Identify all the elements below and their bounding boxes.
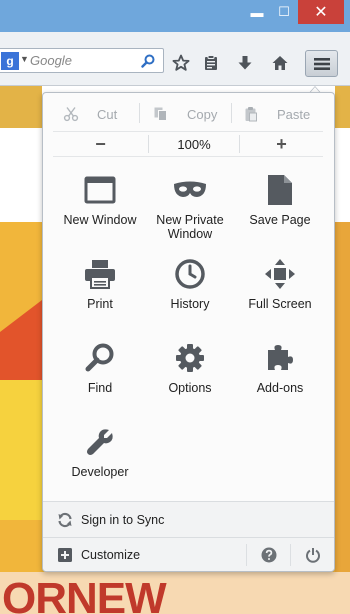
save-page-label: Save Page bbox=[249, 213, 311, 227]
page-decoration bbox=[0, 380, 42, 520]
scissors-icon bbox=[63, 106, 79, 122]
power-icon bbox=[305, 548, 320, 563]
search-box[interactable]: g ▼ bbox=[0, 48, 164, 73]
paste-label: Paste bbox=[277, 106, 311, 122]
options-label: Options bbox=[168, 381, 212, 395]
print-button[interactable]: Print bbox=[52, 257, 148, 337]
page-banner-text: ORNEW bbox=[0, 572, 350, 614]
navigation-toolbar: g ▼ bbox=[0, 32, 350, 86]
copy-label: Copy bbox=[187, 106, 218, 122]
new-window-label: New Window bbox=[63, 213, 137, 227]
new-window-button[interactable]: New Window bbox=[52, 173, 148, 253]
divider bbox=[231, 103, 232, 123]
search-engine-dropdown-icon[interactable]: ▼ bbox=[20, 54, 29, 64]
label-line: New Private bbox=[156, 213, 224, 227]
search-input[interactable] bbox=[30, 50, 136, 71]
puzzle-piece-icon bbox=[263, 341, 297, 375]
menu-footer: Customize bbox=[43, 537, 334, 571]
search-go-icon[interactable] bbox=[139, 52, 157, 70]
help-icon bbox=[261, 547, 276, 563]
full-screen-button[interactable]: Full Screen bbox=[232, 257, 328, 337]
window-titlebar: ▬ ☐ ✕ bbox=[0, 0, 350, 32]
zoom-reset-button[interactable]: 100% bbox=[149, 133, 239, 155]
new-window-icon bbox=[83, 173, 117, 207]
find-label: Find bbox=[87, 381, 113, 395]
copy-icon bbox=[153, 106, 169, 122]
add-ons-button[interactable]: Add-ons bbox=[232, 341, 328, 421]
customize-plus-icon bbox=[57, 547, 73, 563]
downloads-icon[interactable] bbox=[233, 52, 257, 74]
customize-button[interactable]: Customize bbox=[43, 538, 245, 572]
customize-label: Customize bbox=[81, 548, 141, 562]
search-engine-icon[interactable]: g bbox=[1, 52, 19, 70]
close-window-button[interactable]: ✕ bbox=[298, 0, 344, 24]
minimize-button[interactable]: ▬ bbox=[244, 0, 270, 24]
label-line: Window bbox=[167, 227, 213, 241]
cut-button[interactable]: Cut bbox=[63, 101, 117, 127]
new-private-window-label: New Private Window bbox=[156, 213, 223, 241]
history-button[interactable]: History bbox=[142, 257, 238, 337]
paste-button[interactable]: Paste bbox=[243, 101, 310, 127]
home-icon[interactable] bbox=[268, 52, 292, 74]
menu-icon[interactable] bbox=[305, 50, 338, 77]
gear-icon bbox=[173, 341, 207, 375]
magnifier-icon bbox=[83, 341, 117, 375]
add-ons-label: Add-ons bbox=[256, 381, 304, 395]
divider bbox=[53, 156, 323, 157]
history-clock-icon bbox=[173, 257, 207, 291]
private-mask-icon bbox=[173, 173, 207, 207]
bookmark-star-icon[interactable] bbox=[169, 52, 193, 74]
banner-text: ORNEW bbox=[2, 574, 167, 614]
maximize-button[interactable]: ☐ bbox=[271, 0, 297, 24]
sync-label: Sign in to Sync bbox=[81, 512, 165, 527]
copy-button[interactable]: Copy bbox=[153, 101, 217, 127]
developer-button[interactable]: Developer bbox=[52, 425, 148, 505]
clipboard-icon bbox=[243, 106, 259, 122]
save-page-button[interactable]: Save Page bbox=[232, 173, 328, 253]
save-page-icon bbox=[263, 173, 297, 207]
main-menu-panel: Cut Copy Paste − 100% + New Window New P… bbox=[42, 92, 335, 572]
history-label: History bbox=[170, 297, 210, 311]
reading-list-icon[interactable] bbox=[199, 52, 223, 74]
print-label: Print bbox=[87, 297, 113, 311]
sync-icon bbox=[57, 512, 73, 528]
zoom-in-button[interactable]: + bbox=[240, 133, 323, 155]
developer-label: Developer bbox=[71, 465, 129, 479]
wrench-icon bbox=[83, 425, 117, 459]
zoom-out-button[interactable]: − bbox=[53, 133, 148, 155]
page-decoration bbox=[335, 86, 350, 128]
options-button[interactable]: Options bbox=[142, 341, 238, 421]
quit-button[interactable] bbox=[291, 538, 334, 572]
page-decoration bbox=[0, 86, 42, 128]
full-screen-label: Full Screen bbox=[248, 297, 312, 311]
new-private-window-button[interactable]: New Private Window bbox=[142, 173, 238, 253]
find-button[interactable]: Find bbox=[52, 341, 148, 421]
page-decoration bbox=[335, 222, 350, 614]
help-button[interactable] bbox=[247, 538, 290, 572]
printer-icon bbox=[83, 257, 117, 291]
zoom-controls: − 100% + bbox=[53, 131, 323, 155]
edit-controls: Cut Copy Paste bbox=[43, 101, 334, 127]
sign-in-to-sync-button[interactable]: Sign in to Sync bbox=[43, 501, 334, 537]
fullscreen-arrows-icon bbox=[263, 257, 297, 291]
cut-label: Cut bbox=[97, 106, 118, 122]
divider bbox=[139, 103, 140, 123]
